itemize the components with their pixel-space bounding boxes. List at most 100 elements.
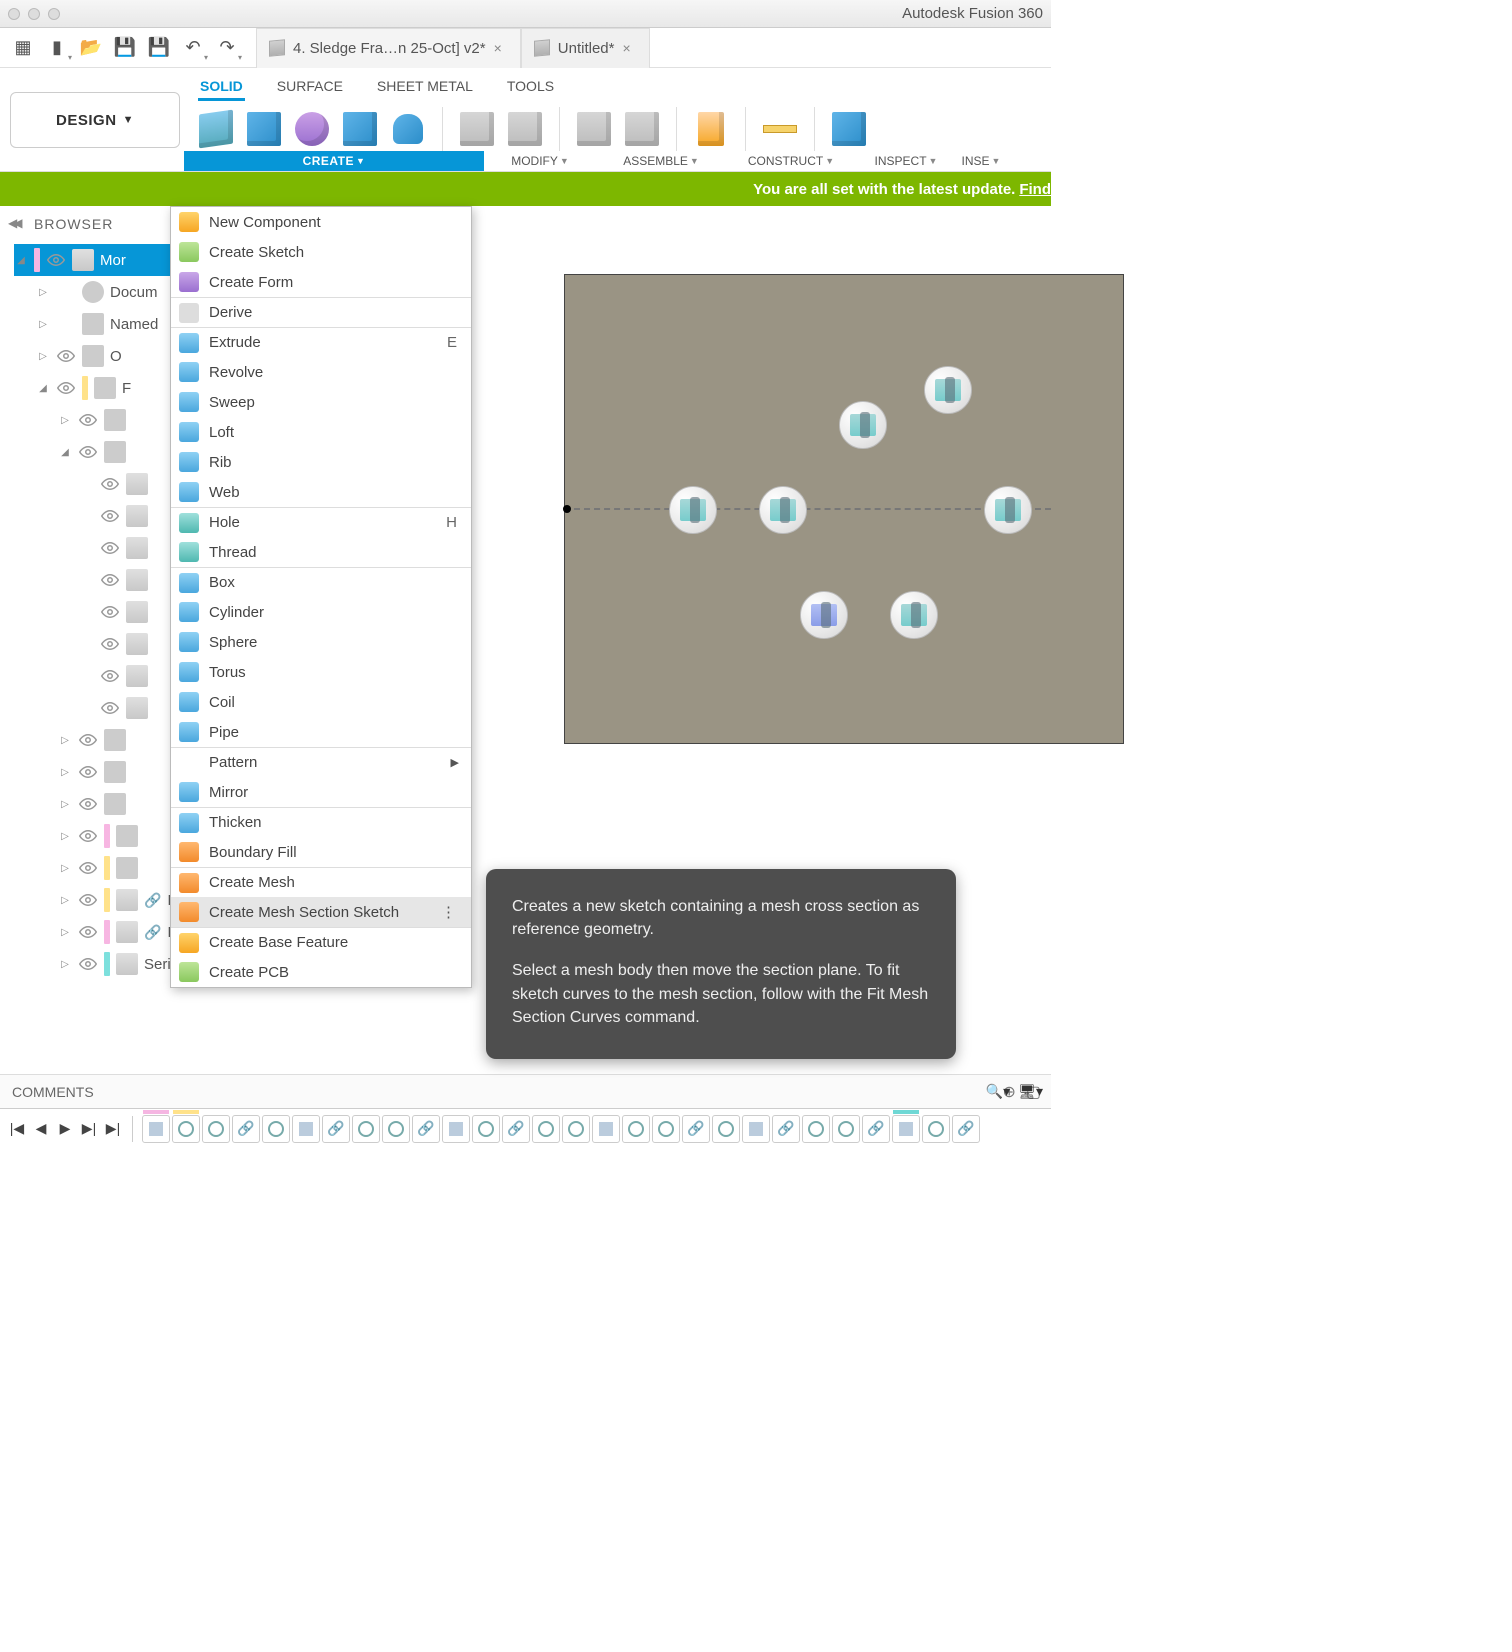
menu-item-create-pcb[interactable]: Create PCB — [171, 957, 471, 987]
visibility-toggle[interactable] — [100, 698, 120, 718]
visibility-toggle[interactable] — [78, 922, 98, 942]
create-sketch-tool[interactable] — [194, 107, 238, 151]
timeline-feature[interactable] — [202, 1115, 230, 1143]
visibility-toggle[interactable] — [78, 858, 98, 878]
menu-item-create-mesh-section-sketch[interactable]: Create Mesh Section Sketch⋮ — [171, 897, 471, 927]
menu-item-create-sketch[interactable]: Create Sketch — [171, 237, 471, 267]
timeline-feature[interactable] — [742, 1115, 770, 1143]
timeline-feature[interactable] — [802, 1115, 830, 1143]
expand-icon[interactable] — [14, 255, 28, 266]
construct-plane-tool[interactable] — [689, 107, 733, 151]
visibility-toggle[interactable] — [78, 826, 98, 846]
search-small-icon[interactable]: 🔍▾ — [986, 1083, 1010, 1100]
box-tool[interactable] — [242, 107, 286, 151]
visibility-toggle[interactable] — [78, 762, 98, 782]
ribbon-tab-solid[interactable]: SOLID — [198, 74, 245, 101]
close-window-button[interactable] — [8, 8, 20, 20]
menu-item-extrude[interactable]: ExtrudeE — [171, 327, 471, 357]
menu-item-rib[interactable]: Rib — [171, 447, 471, 477]
menu-item-torus[interactable]: Torus — [171, 657, 471, 687]
menu-item-revolve[interactable]: Revolve — [171, 357, 471, 387]
joint-node[interactable] — [924, 366, 972, 414]
apps-grid-button[interactable]: ▦ — [6, 31, 40, 65]
menu-item-sweep[interactable]: Sweep — [171, 387, 471, 417]
menu-item-loft[interactable]: Loft — [171, 417, 471, 447]
timeline-feature[interactable]: 🔗 — [952, 1115, 980, 1143]
joint-tool[interactable] — [620, 107, 664, 151]
ribbon-group-modify[interactable]: MODIFY — [484, 151, 596, 171]
menu-item-create-base-feature[interactable]: Create Base Feature — [171, 927, 471, 957]
joint-node[interactable] — [839, 401, 887, 449]
expand-icon[interactable] — [58, 863, 72, 874]
ribbon-group-create[interactable]: CREATE — [184, 151, 484, 171]
timeline-feature[interactable] — [592, 1115, 620, 1143]
minimize-window-button[interactable] — [28, 8, 40, 20]
timeline-feature[interactable] — [142, 1115, 170, 1143]
menu-item-new-component[interactable]: New Component — [171, 207, 471, 237]
visibility-toggle[interactable] — [100, 666, 120, 686]
open-button[interactable]: 📂 — [74, 31, 108, 65]
timeline-feature[interactable] — [172, 1115, 200, 1143]
expand-icon[interactable] — [58, 415, 72, 426]
measure-tool[interactable] — [758, 107, 802, 151]
save-all-button[interactable]: 💾 — [142, 31, 176, 65]
menu-item-box[interactable]: Box — [171, 567, 471, 597]
fillet-tool[interactable] — [503, 107, 547, 151]
timeline-start-button[interactable]: |◀ — [6, 1118, 28, 1140]
ribbon-group-assemble[interactable]: ASSEMBLE — [596, 151, 726, 171]
joint-node[interactable] — [984, 486, 1032, 534]
timeline-feature[interactable]: 🔗 — [772, 1115, 800, 1143]
timeline-feature[interactable] — [382, 1115, 410, 1143]
menu-item-create-form[interactable]: Create Form — [171, 267, 471, 297]
menu-item-boundary-fill[interactable]: Boundary Fill — [171, 837, 471, 867]
timeline-feature[interactable] — [532, 1115, 560, 1143]
menu-item-pipe[interactable]: Pipe — [171, 717, 471, 747]
timeline-end-button[interactable]: ▶| — [102, 1118, 124, 1140]
file-menu-button[interactable]: ▮ — [40, 31, 74, 65]
timeline-feature[interactable] — [622, 1115, 650, 1143]
timeline-feature[interactable] — [892, 1115, 920, 1143]
assemble-tool[interactable] — [572, 107, 616, 151]
joint-node[interactable] — [669, 486, 717, 534]
visibility-toggle[interactable] — [100, 538, 120, 558]
comments-bar[interactable]: COMMENTS ⊕ ▢ — [0, 1074, 1051, 1108]
timeline-feature[interactable]: 🔗 — [232, 1115, 260, 1143]
menu-item-thicken[interactable]: Thicken — [171, 807, 471, 837]
expand-icon[interactable] — [36, 319, 50, 330]
expand-icon[interactable] — [58, 447, 72, 458]
banner-link[interactable]: Find — [1019, 181, 1051, 198]
menu-item-web[interactable]: Web — [171, 477, 471, 507]
expand-icon[interactable] — [58, 927, 72, 938]
ribbon-group-insert[interactable]: INSE — [956, 151, 1006, 171]
visibility-toggle[interactable] — [46, 250, 66, 270]
display-mode-icon[interactable]: 🖥▾ — [1018, 1083, 1043, 1100]
joint-node[interactable] — [759, 486, 807, 534]
visibility-toggle[interactable] — [100, 570, 120, 590]
timeline-feature[interactable] — [352, 1115, 380, 1143]
visibility-toggle[interactable] — [56, 378, 76, 398]
expand-icon[interactable] — [58, 959, 72, 970]
timeline-feature[interactable]: 🔗 — [322, 1115, 350, 1143]
timeline-feature[interactable] — [442, 1115, 470, 1143]
expand-icon[interactable] — [58, 735, 72, 746]
document-tab-2[interactable]: Untitled* × — [521, 28, 650, 68]
extrude-tool[interactable] — [338, 107, 382, 151]
menu-item-sphere[interactable]: Sphere — [171, 627, 471, 657]
cylinder-tool[interactable] — [386, 107, 430, 151]
timeline-feature[interactable]: 🔗 — [502, 1115, 530, 1143]
timeline-feature[interactable] — [832, 1115, 860, 1143]
timeline-feature[interactable]: 🔗 — [682, 1115, 710, 1143]
more-options-icon[interactable]: ⋮ — [441, 903, 463, 921]
expand-icon[interactable] — [58, 767, 72, 778]
expand-icon[interactable] — [36, 351, 50, 362]
timeline-feature[interactable] — [262, 1115, 290, 1143]
expand-icon[interactable] — [36, 383, 50, 394]
save-button[interactable]: 💾 — [108, 31, 142, 65]
timeline-feature[interactable] — [562, 1115, 590, 1143]
close-tab-button[interactable]: × — [494, 40, 502, 56]
menu-item-mirror[interactable]: Mirror — [171, 777, 471, 807]
timeline-fwd-button[interactable]: ▶| — [78, 1118, 100, 1140]
ribbon-tab-surface[interactable]: SURFACE — [275, 74, 345, 101]
redo-button[interactable]: ↷ — [210, 31, 244, 65]
undo-button[interactable]: ↶ — [176, 31, 210, 65]
